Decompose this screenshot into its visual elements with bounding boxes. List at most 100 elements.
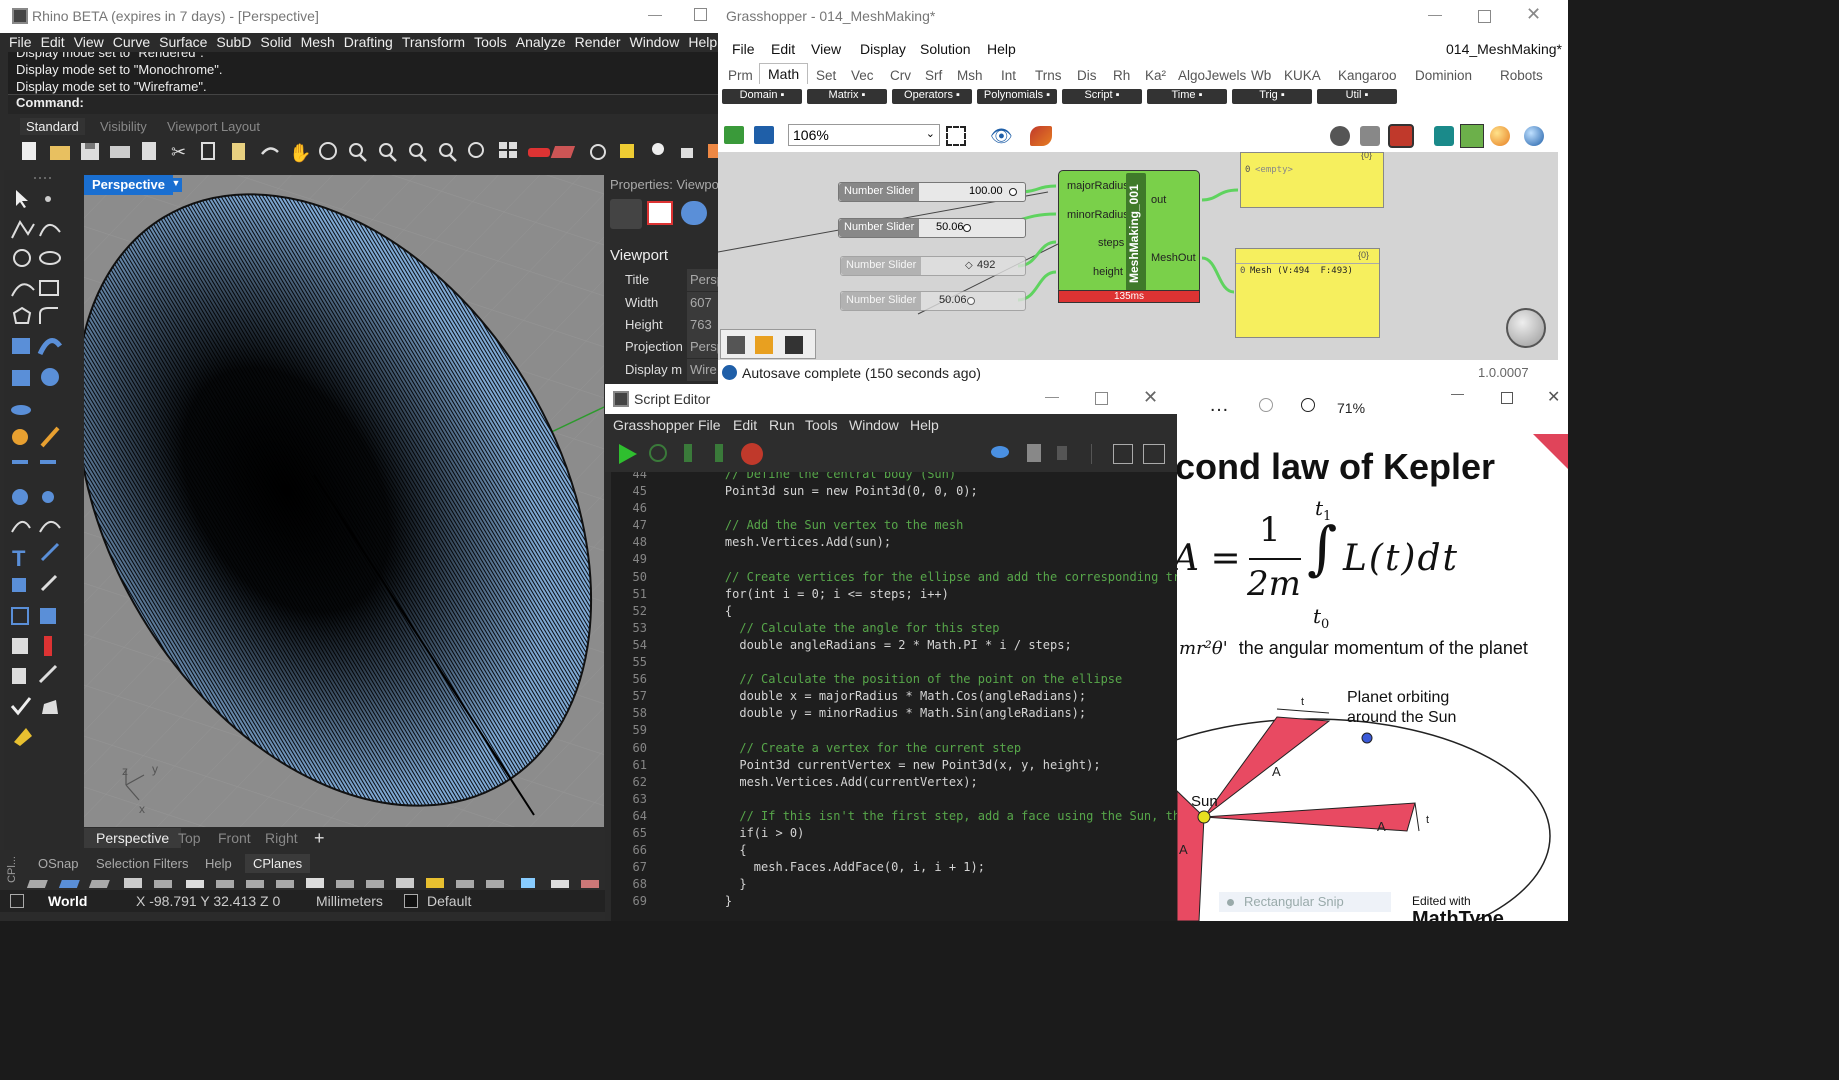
- print-icon[interactable]: [110, 146, 130, 158]
- panel-toggle-icon[interactable]: [10, 894, 24, 908]
- menu-analyze[interactable]: Analyze: [516, 34, 566, 50]
- cplane-tool-icon[interactable]: [336, 880, 354, 888]
- code-line[interactable]: 46: [605, 500, 1177, 517]
- tab-help[interactable]: Help: [205, 856, 232, 871]
- zoom-selected-icon[interactable]: [439, 143, 457, 162]
- code-line[interactable]: 51 for(int i = 0; i <= steps; i++): [605, 586, 1177, 603]
- new-file-icon[interactable]: [22, 142, 36, 160]
- view-tab-top[interactable]: Top: [178, 830, 201, 846]
- cplane-tool-icon[interactable]: [26, 880, 48, 888]
- category-time[interactable]: Time ▪: [1147, 89, 1227, 104]
- tab-viewport-layout[interactable]: Viewport Layout: [167, 119, 260, 134]
- code-line[interactable]: 69 }: [605, 893, 1177, 910]
- zoom-dropdown[interactable]: 106% ⌄: [788, 124, 940, 146]
- gh-tab[interactable]: Set: [816, 68, 836, 83]
- gh-tab[interactable]: Dis: [1077, 68, 1097, 83]
- save-icon[interactable]: [81, 143, 99, 160]
- menu-help[interactable]: Help: [688, 34, 717, 50]
- display-mode-icon[interactable]: [647, 201, 673, 225]
- undo-view-icon[interactable]: [468, 142, 484, 158]
- cplane-tool-icon[interactable]: [58, 880, 80, 888]
- code-line[interactable]: 48 mesh.Vertices.Add(sun);: [605, 534, 1177, 551]
- osnap-icon[interactable]: [590, 144, 606, 160]
- category-trig[interactable]: Trig ▪: [1232, 89, 1312, 104]
- code-line[interactable]: 59: [605, 722, 1177, 739]
- check-icon[interactable]: [10, 697, 32, 716]
- maximize-icon[interactable]: [1478, 10, 1491, 23]
- gh-menu-display[interactable]: Display: [860, 41, 906, 57]
- boolean-icon[interactable]: [12, 489, 28, 505]
- orient-icon[interactable]: [40, 574, 58, 592]
- number-slider[interactable]: Number Slider ◇ 492: [840, 256, 1026, 276]
- se-menu-tools[interactable]: Tools: [805, 417, 838, 433]
- step-in-icon[interactable]: [684, 444, 692, 462]
- number-slider[interactable]: Number Slider 50.06: [838, 218, 1026, 238]
- cplane-tool-icon[interactable]: [366, 880, 384, 888]
- layer-color-swatch[interactable]: [404, 894, 418, 908]
- gh-tab[interactable]: Kangaroo: [1338, 68, 1397, 83]
- pan-icon[interactable]: ✋: [289, 142, 311, 163]
- minimize-icon[interactable]: —: [1451, 386, 1464, 401]
- output-mesh[interactable]: MeshOut: [1151, 252, 1196, 264]
- gh-tab-active[interactable]: Math: [759, 63, 809, 84]
- code-line[interactable]: 57 double x = majorRadius * Math.Cos(ang…: [605, 688, 1177, 705]
- menu-render[interactable]: Render: [575, 34, 621, 50]
- cplane-tool-icon[interactable]: [456, 880, 474, 888]
- code-line[interactable]: 67 mesh.Faces.AddFace(0, i, i + 1);: [605, 859, 1177, 876]
- sweep-icon[interactable]: [37, 338, 63, 356]
- dimension-icon[interactable]: [40, 542, 60, 562]
- code-line[interactable]: 61 Point3d currentVertex = new Point3d(x…: [605, 757, 1177, 774]
- maximize-icon[interactable]: [1501, 392, 1513, 404]
- code-line[interactable]: 66 {: [605, 842, 1177, 859]
- menu-surface[interactable]: Surface: [159, 34, 207, 50]
- code-line[interactable]: 63: [605, 791, 1177, 808]
- slider-handle[interactable]: [1009, 188, 1017, 196]
- zoom-out-icon[interactable]: [1259, 398, 1273, 412]
- shade-icon[interactable]: [42, 700, 58, 714]
- category-domain[interactable]: Domain ▪: [722, 89, 802, 104]
- input-minor-radius[interactable]: minorRadius: [1067, 209, 1129, 221]
- tab-osnap[interactable]: OSnap: [38, 856, 78, 871]
- cplane-name[interactable]: World: [48, 893, 87, 909]
- slider-handle[interactable]: [963, 224, 971, 232]
- step-out-icon[interactable]: [715, 444, 723, 462]
- units-label[interactable]: Millimeters: [316, 893, 383, 909]
- collapse-bottom-icon[interactable]: [1143, 444, 1165, 464]
- menu-transform[interactable]: Transform: [402, 34, 465, 50]
- code-editor[interactable]: 44 // Define the central body (Sun) 45 Po…: [605, 472, 1177, 921]
- cplane-tool-icon[interactable]: [396, 878, 414, 888]
- zoom-extents-icon[interactable]: [409, 143, 427, 162]
- points-icon[interactable]: [620, 144, 634, 158]
- code-line[interactable]: 58 double y = minorRadius * Math.Sin(ang…: [605, 705, 1177, 722]
- prop-value[interactable]: Persp: [687, 336, 718, 358]
- code-line[interactable]: 47 // Add the Sun vertex to the mesh: [605, 517, 1177, 534]
- panel-out[interactable]: {0} 0 <empty>: [1240, 152, 1384, 208]
- polygon-icon[interactable]: [12, 306, 32, 324]
- run-icon[interactable]: [619, 444, 637, 464]
- code-line[interactable]: 64 // If this isn't the first step, add …: [605, 808, 1177, 825]
- maximize-icon[interactable]: [1095, 392, 1108, 405]
- code-line[interactable]: 45 Point3d sun = new Point3d(0, 0, 0);: [605, 483, 1177, 500]
- move-icon[interactable]: [12, 460, 28, 464]
- cplane-tool-icon[interactable]: [216, 880, 234, 888]
- close-icon[interactable]: ✕: [1547, 387, 1560, 407]
- command-line[interactable]: Command:: [8, 94, 718, 114]
- gh-tab[interactable]: Robots: [1500, 68, 1543, 83]
- gh-tab[interactable]: Prm: [728, 68, 753, 83]
- box-icon[interactable]: [12, 370, 30, 386]
- number-slider[interactable]: Number Slider 100.00: [838, 182, 1026, 202]
- view-tab-right[interactable]: Right: [265, 830, 298, 846]
- properties-icon[interactable]: [142, 142, 156, 160]
- history-icon[interactable]: [38, 664, 58, 684]
- category-operators[interactable]: Operators ▪: [892, 89, 972, 104]
- code-line[interactable]: 62 mesh.Vertices.Add(currentVertex);: [605, 774, 1177, 791]
- gh-tab[interactable]: Msh: [957, 68, 983, 83]
- code-line[interactable]: 56 // Calculate the position of the poin…: [605, 671, 1177, 688]
- menu-solid[interactable]: Solid: [260, 34, 291, 50]
- input-steps[interactable]: steps: [1098, 237, 1124, 249]
- cplane-tool-icon[interactable]: [306, 878, 324, 888]
- preview-shaded-icon[interactable]: [1330, 126, 1350, 146]
- cylinder-icon[interactable]: [11, 405, 31, 415]
- code-line[interactable]: 50 // Create vertices for the ellipse an…: [605, 569, 1177, 586]
- surface-icon[interactable]: [12, 338, 30, 354]
